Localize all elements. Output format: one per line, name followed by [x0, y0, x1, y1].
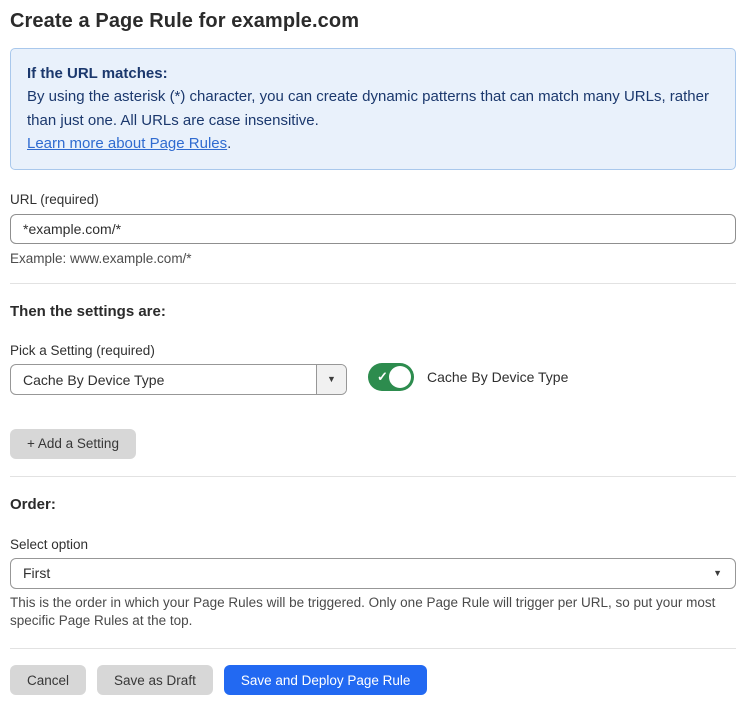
url-example-helper: Example: www.example.com/* — [10, 251, 736, 266]
settings-heading: Then the settings are: — [10, 303, 736, 320]
order-select[interactable]: First ▼ — [10, 558, 736, 589]
save-draft-button[interactable]: Save as Draft — [97, 665, 213, 695]
link-suffix: . — [227, 135, 231, 152]
order-helper-text: This is the order in which your Page Rul… — [10, 594, 736, 632]
pick-setting-label: Pick a Setting (required) — [10, 343, 736, 358]
setting-select[interactable]: Cache By Device Type ▼ — [10, 364, 347, 395]
page-title: Create a Page Rule for example.com — [10, 10, 736, 33]
order-select-value: First — [11, 565, 707, 581]
setting-toggle[interactable]: ✓ — [368, 363, 414, 391]
setting-toggle-label: Cache By Device Type — [427, 369, 568, 385]
divider — [10, 648, 736, 649]
url-label: URL (required) — [10, 192, 736, 207]
divider — [10, 476, 736, 477]
setting-select-value: Cache By Device Type — [11, 372, 316, 388]
save-deploy-button[interactable]: Save and Deploy Page Rule — [224, 665, 428, 695]
url-match-info-box: If the URL matches: By using the asteris… — [10, 48, 736, 170]
chevron-down-icon: ▼ — [707, 569, 735, 578]
cancel-button[interactable]: Cancel — [10, 665, 86, 695]
check-icon: ✓ — [377, 370, 388, 383]
divider — [10, 283, 736, 284]
setting-row: Cache By Device Type ▼ ✓ Cache By Device… — [10, 358, 736, 395]
page-rule-form: Create a Page Rule for example.com If th… — [0, 0, 750, 719]
learn-more-link[interactable]: Learn more about Page Rules — [27, 135, 227, 152]
url-input[interactable] — [10, 214, 736, 244]
order-select-label: Select option — [10, 537, 736, 552]
info-box-heading: If the URL matches: — [27, 62, 719, 85]
order-heading: Order: — [10, 496, 736, 513]
chevron-down-icon[interactable]: ▼ — [316, 365, 346, 394]
footer-actions: Cancel Save as Draft Save and Deploy Pag… — [10, 665, 736, 695]
info-box-body: By using the asterisk (*) character, you… — [27, 85, 719, 132]
info-box-link-line: Learn more about Page Rules. — [27, 132, 719, 155]
add-setting-button[interactable]: + Add a Setting — [10, 429, 136, 459]
setting-select-wrap: Cache By Device Type ▼ — [10, 358, 347, 395]
toggle-knob — [389, 366, 411, 388]
